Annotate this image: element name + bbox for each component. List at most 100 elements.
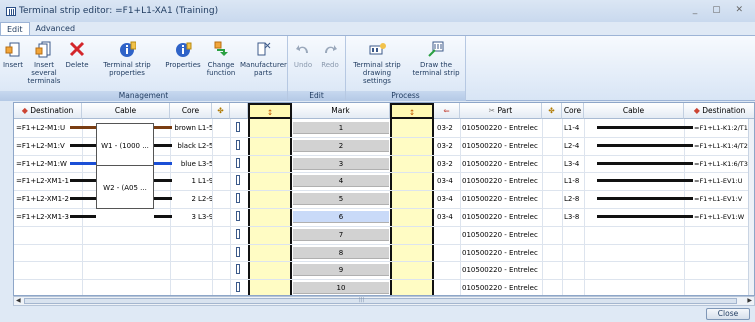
destination-right-cell[interactable]: =F1+L1-K1:4/T2 bbox=[694, 139, 754, 153]
scroll-left-icon[interactable]: ◀ bbox=[16, 297, 21, 304]
part-cell[interactable]: 010500220 - Entrelec bbox=[462, 174, 542, 188]
table-row[interactable]: 8 010500220 - Entrelec bbox=[14, 244, 754, 262]
part-cell[interactable]: 010500220 - Entrelec bbox=[462, 157, 542, 171]
header-core-right[interactable]: Core bbox=[562, 103, 584, 119]
table-row[interactable]: 9 010500220 - Entrelec bbox=[14, 261, 754, 279]
header-destination-left[interactable]: ◆ Destination bbox=[14, 103, 82, 119]
connection-cell[interactable]: 03-4 bbox=[437, 210, 459, 224]
connection-cell[interactable]: 03-4 bbox=[437, 174, 459, 188]
table-row[interactable]: =F1+L2-XM1-3 3 L3-9 6 03-4 010500220 - Entrel… bbox=[14, 208, 754, 226]
destination-right-cell[interactable] bbox=[694, 281, 754, 295]
core-right-cell[interactable]: L3-8 bbox=[564, 210, 584, 224]
connection-cell[interactable] bbox=[437, 263, 459, 277]
destination-left-cell[interactable] bbox=[16, 246, 82, 260]
core-color-cell[interactable] bbox=[172, 281, 196, 295]
part-cell[interactable]: 010500220 - Entrelec bbox=[462, 228, 542, 242]
core-left-cell[interactable] bbox=[198, 263, 212, 277]
header-cable-left[interactable]: Cable bbox=[82, 103, 170, 119]
core-left-cell[interactable]: L3-5 bbox=[198, 157, 212, 171]
core-color-cell[interactable]: brown bbox=[172, 121, 196, 135]
core-right-cell[interactable]: L2-8 bbox=[564, 192, 584, 206]
part-cell[interactable]: 010500220 - Entrelec bbox=[462, 192, 542, 206]
horizontal-scrollbar[interactable]: ◀ ||| ▶ bbox=[13, 296, 755, 306]
core-left-cell[interactable] bbox=[198, 281, 212, 295]
core-left-cell[interactable]: L3-9 bbox=[198, 210, 212, 224]
part-cell[interactable]: 010500220 - Entrelec bbox=[462, 210, 542, 224]
connection-cell[interactable] bbox=[437, 281, 459, 295]
header-core-color-icon[interactable]: ✤ bbox=[212, 103, 230, 119]
destination-right-cell[interactable] bbox=[694, 228, 754, 242]
header-part[interactable]: ✂ Part bbox=[460, 103, 542, 119]
core-color-cell[interactable]: black bbox=[172, 139, 196, 153]
core-right-cell[interactable]: L1-8 bbox=[564, 174, 584, 188]
header-sort-left[interactable]: ↕ bbox=[248, 103, 292, 119]
part-cell[interactable]: 010500220 - Entrelec bbox=[462, 263, 542, 277]
scrollbar-thumb[interactable] bbox=[24, 298, 737, 304]
mark-cell[interactable]: 6 bbox=[293, 210, 389, 223]
part-cell[interactable]: 010500220 - Entrelec bbox=[462, 246, 542, 260]
manufacturer-parts-button[interactable]: Manufacturer parts bbox=[240, 40, 287, 77]
cable-box-w2[interactable]: W2 - (A05 ... bbox=[96, 165, 154, 209]
header-core-left[interactable]: Core bbox=[170, 103, 212, 119]
properties-button[interactable]: Properties bbox=[164, 40, 202, 69]
cable-box-w1[interactable]: W1 - (1000 ... bbox=[96, 123, 154, 167]
header-core-color-right-icon[interactable]: ✤ bbox=[542, 103, 562, 119]
core-right-cell[interactable]: L1-4 bbox=[564, 121, 584, 135]
vertical-scrollbar[interactable] bbox=[748, 119, 754, 295]
table-row[interactable]: 10 010500220 - Entrelec bbox=[14, 279, 754, 295]
core-left-cell[interactable]: L2-9 bbox=[198, 192, 212, 206]
core-right-cell[interactable] bbox=[564, 281, 584, 295]
core-color-cell[interactable]: blue bbox=[172, 157, 196, 171]
mark-cell[interactable]: 2 bbox=[293, 138, 389, 152]
terminal-strip-drawing-settings-button[interactable]: Terminal strip drawing settings bbox=[348, 40, 406, 85]
core-left-cell[interactable]: L1-5 bbox=[198, 121, 212, 135]
destination-right-cell[interactable] bbox=[694, 263, 754, 277]
core-color-cell[interactable]: 3 bbox=[172, 210, 196, 224]
core-color-cell[interactable] bbox=[172, 228, 196, 242]
core-right-cell[interactable]: L2-4 bbox=[564, 139, 584, 153]
connection-cell[interactable] bbox=[437, 246, 459, 260]
destination-right-cell[interactable]: =F1+L1-EV1:U bbox=[694, 174, 754, 188]
mark-cell[interactable]: 5 bbox=[293, 192, 389, 206]
connection-cell[interactable] bbox=[437, 228, 459, 242]
draw-terminal-strip-button[interactable]: Draw the terminal strip bbox=[408, 40, 464, 77]
connection-cell[interactable]: 03-2 bbox=[437, 121, 459, 135]
header-cable-right[interactable]: Cable bbox=[584, 103, 684, 119]
header-terminal-icon[interactable] bbox=[230, 103, 248, 119]
core-right-cell[interactable] bbox=[564, 263, 584, 277]
core-left-cell[interactable]: L2-5 bbox=[198, 139, 212, 153]
redo-button[interactable]: Redo bbox=[318, 40, 342, 69]
mark-cell[interactable]: 8 bbox=[293, 245, 389, 259]
core-color-cell[interactable] bbox=[172, 246, 196, 260]
table-row[interactable]: 7 010500220 - Entrelec bbox=[14, 226, 754, 244]
destination-right-cell[interactable]: =F1+L1-K1:2/T1 bbox=[694, 121, 754, 135]
core-left-cell[interactable] bbox=[198, 228, 212, 242]
change-function-button[interactable]: Change function bbox=[203, 40, 239, 77]
destination-right-cell[interactable]: =F1+L1-EV1:V bbox=[694, 192, 754, 206]
terminal-strip-properties-button[interactable]: Terminal strip properties bbox=[91, 40, 163, 77]
header-connection-icon[interactable]: ⇐ bbox=[434, 103, 460, 119]
destination-right-cell[interactable]: =F1+L1-K1:6/T3 bbox=[694, 157, 754, 171]
core-color-cell[interactable]: 2 bbox=[172, 192, 196, 206]
core-right-cell[interactable]: L3-4 bbox=[564, 157, 584, 171]
tab-edit[interactable]: Edit bbox=[0, 22, 30, 35]
part-cell[interactable]: 010500220 - Entrelec bbox=[462, 121, 542, 135]
mark-cell[interactable]: 3 bbox=[293, 156, 389, 170]
insert-several-terminals-button[interactable]: Insert several terminals bbox=[25, 40, 63, 85]
connection-cell[interactable]: 03-2 bbox=[437, 139, 459, 153]
core-color-cell[interactable] bbox=[172, 263, 196, 277]
mark-cell[interactable]: 1 bbox=[293, 121, 389, 134]
connection-cell[interactable]: 03-2 bbox=[437, 157, 459, 171]
core-right-cell[interactable] bbox=[564, 246, 584, 260]
header-sort-right[interactable]: ↕ bbox=[390, 103, 434, 119]
connection-cell[interactable]: 03-4 bbox=[437, 192, 459, 206]
header-mark[interactable]: Mark bbox=[292, 103, 390, 119]
part-cell[interactable]: 010500220 - Entrelec bbox=[462, 281, 542, 295]
terminal-grid[interactable]: ◆ Destination Cable Core ✤ ↕ Mark ↕ ⇐ ✂ … bbox=[13, 102, 755, 296]
core-right-cell[interactable] bbox=[564, 228, 584, 242]
mark-cell[interactable]: 7 bbox=[293, 227, 389, 241]
undo-button[interactable]: Undo bbox=[291, 40, 315, 69]
destination-left-cell[interactable] bbox=[16, 281, 82, 295]
destination-right-cell[interactable] bbox=[694, 246, 754, 260]
destination-left-cell[interactable] bbox=[16, 263, 82, 277]
